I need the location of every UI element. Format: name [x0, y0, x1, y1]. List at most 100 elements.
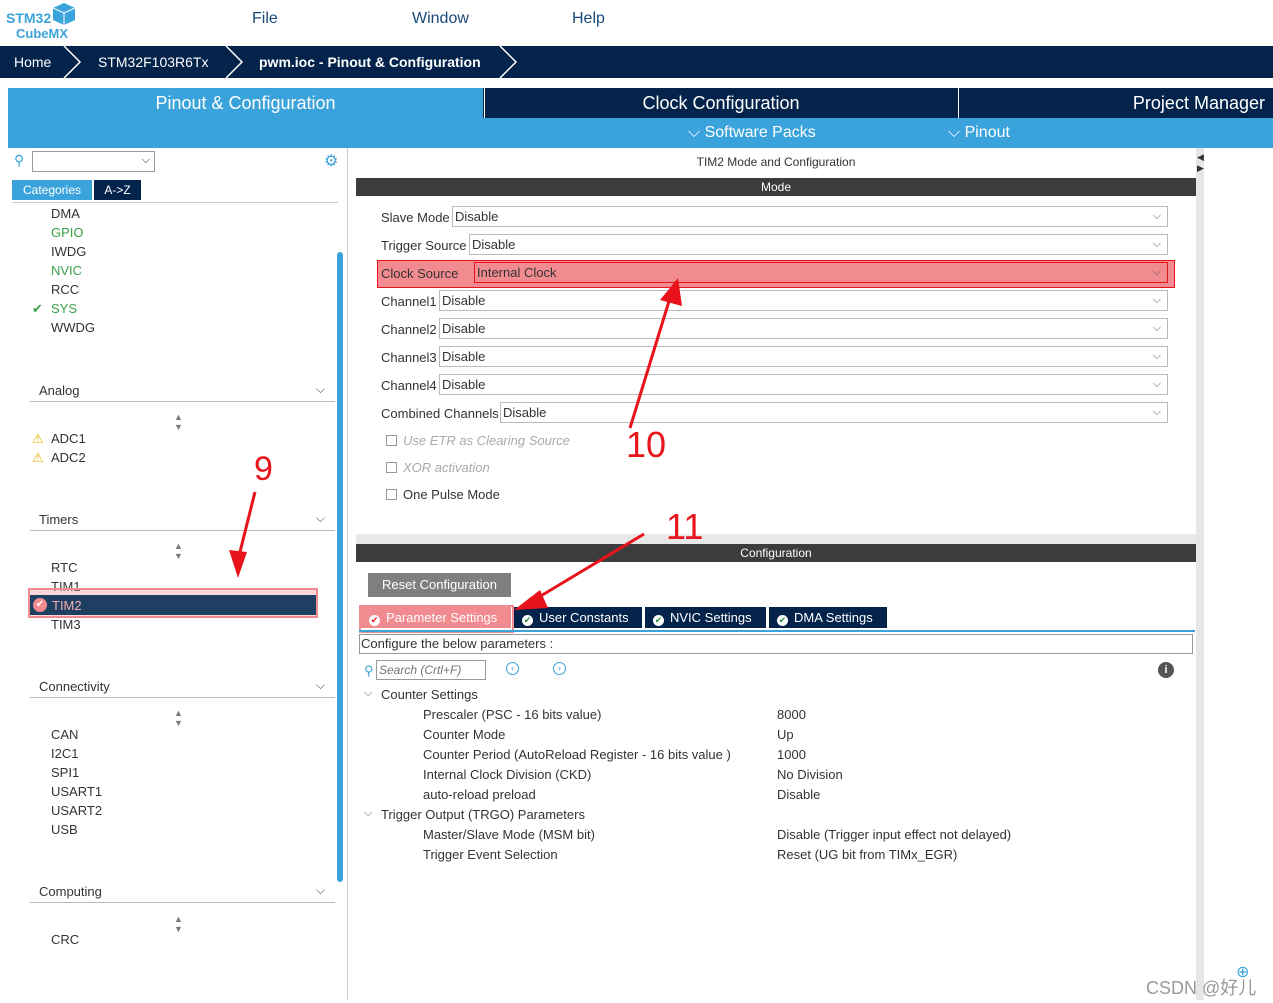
list-item-i2c1[interactable]: I2C1 — [51, 746, 78, 761]
category-search-input[interactable]: ⌵ — [32, 151, 155, 172]
menu-help[interactable]: Help — [572, 10, 605, 28]
breadcrumb-current[interactable]: pwm.ioc - Pinout & Configuration — [259, 46, 481, 78]
list-item-wwdg[interactable]: WWDG — [51, 320, 95, 335]
mode-config-panel: TIM2 Mode and Configuration Mode Slave M… — [356, 148, 1196, 1000]
list-item-tim3[interactable]: TIM3 — [51, 617, 81, 632]
mode-select[interactable]: Disable ⌵ — [439, 318, 1168, 339]
menu-window[interactable]: Window — [412, 10, 469, 28]
tim2-label: TIM2 — [52, 598, 82, 613]
group-counter-settings[interactable]: Counter Settings — [381, 687, 478, 702]
sort-icon[interactable]: ▲ ▼ — [174, 708, 183, 728]
chevron-down-icon: ⌵ — [948, 124, 965, 141]
check-circle-icon: ✔ — [369, 615, 380, 626]
list-item-rtc[interactable]: RTC — [51, 560, 77, 575]
list-item-can[interactable]: CAN — [51, 727, 78, 742]
list-item-sys[interactable]: SYS — [51, 301, 77, 316]
arrow-right-icon[interactable]: › — [553, 662, 566, 675]
tab-clock-configuration[interactable]: Clock Configuration — [484, 88, 957, 118]
section-connectivity[interactable]: Connectivity ⌵ — [30, 676, 335, 698]
tab-underline — [359, 630, 1195, 632]
mode-select[interactable]: Disable ⌵ — [500, 402, 1168, 423]
mode-select[interactable]: Disable ⌵ — [469, 234, 1168, 255]
sort-icon[interactable]: ▲ ▼ — [174, 914, 183, 934]
chevron-down-icon: ⌵ — [688, 124, 705, 141]
param-value[interactable]: 1000 — [777, 747, 806, 762]
info-icon[interactable]: i — [1158, 662, 1174, 678]
chevron-down-icon: ⌵ — [1152, 238, 1161, 250]
tab-nvic-settings[interactable]: ✔ NVIC Settings — [645, 607, 766, 628]
list-item-dma[interactable]: DMA — [51, 206, 80, 221]
group-trgo-parameters[interactable]: Trigger Output (TRGO) Parameters — [381, 807, 585, 822]
param-value[interactable]: 8000 — [777, 707, 806, 722]
parameter-search-input[interactable] — [376, 660, 486, 680]
select-value: Disable — [442, 377, 486, 392]
list-item-nvic[interactable]: NVIC — [51, 263, 82, 278]
list-item-tim2[interactable]: ✔ TIM2 — [30, 595, 316, 615]
collapse-arrows-icon[interactable]: ◀ ▶ — [1197, 152, 1204, 174]
mode-checkbox[interactable]: One Pulse Mode — [386, 487, 500, 502]
left-scrollbar[interactable] — [337, 252, 343, 882]
list-item-iwdg[interactable]: IWDG — [51, 244, 86, 259]
param-value[interactable]: No Division — [777, 767, 843, 782]
section-label: Timers — [39, 512, 79, 527]
list-item-usart1[interactable]: USART1 — [51, 784, 102, 799]
sort-icon[interactable]: ▲ ▼ — [174, 412, 183, 432]
az-button[interactable]: A->Z — [94, 180, 141, 200]
checkbox-box[interactable] — [386, 489, 397, 500]
list-item-gpio[interactable]: GPIO — [51, 225, 84, 240]
param-value[interactable]: Reset (UG bit from TIMx_EGR) — [777, 847, 957, 862]
section-timers[interactable]: Timers ⌵ — [30, 509, 335, 531]
chevron-down-icon: ⌵ — [1152, 322, 1161, 334]
section-computing[interactable]: Computing ⌵ — [30, 881, 335, 903]
list-item-spi1[interactable]: SPI1 — [51, 765, 79, 780]
check-circle-icon: ✔ — [522, 615, 533, 626]
chevron-down-icon[interactable]: ⌵ — [364, 687, 372, 700]
chevron-down-icon: ⌵ — [315, 883, 325, 897]
list-item-adc2[interactable]: ADC2 — [51, 450, 86, 465]
mode-select[interactable]: Disable ⌵ — [439, 374, 1168, 395]
param-value[interactable]: Disable (Trigger input effect not delaye… — [777, 827, 1011, 842]
mode-select[interactable]: Internal Clock ⌵ — [474, 262, 1168, 283]
breadcrumb-mcu[interactable]: STM32F103R6Tx — [98, 46, 208, 78]
list-item-crc[interactable]: CRC — [51, 932, 79, 947]
chevron-down-icon[interactable]: ⌵ — [364, 807, 372, 820]
tab-user-constants[interactable]: ✔ User Constants — [514, 607, 642, 628]
menu-file[interactable]: File — [252, 10, 278, 28]
reset-configuration-button[interactable]: Reset Configuration — [368, 573, 511, 597]
gear-icon[interactable]: ⚙ — [324, 151, 338, 171]
pinout-menu[interactable]: ⌵ Pinout — [948, 124, 1010, 142]
arrow-left-icon[interactable]: ‹ — [506, 662, 519, 675]
list-item-usb[interactable]: USB — [51, 822, 78, 837]
section-analog[interactable]: Analog ⌵ — [30, 380, 335, 402]
tab-dma-settings[interactable]: ✔ DMA Settings — [769, 607, 887, 628]
panel-title: TIM2 Mode and Configuration — [696, 155, 856, 169]
param-value[interactable]: Up — [777, 727, 794, 742]
section-label: Analog — [39, 383, 80, 398]
check-circle-icon: ✔ — [33, 598, 47, 612]
mode-checkbox[interactable]: XOR activation — [386, 460, 490, 475]
tab-parameter-settings[interactable]: ✔ Parameter Settings — [361, 607, 511, 628]
list-item-usart2[interactable]: USART2 — [51, 803, 102, 818]
list-item-adc1[interactable]: ADC1 — [51, 431, 86, 446]
mode-checkbox[interactable]: Use ETR as Clearing Source — [386, 433, 570, 448]
checkbox-box[interactable] — [386, 462, 397, 473]
chevron-down-icon: ⌵ — [1152, 378, 1161, 390]
mode-select[interactable]: Disable ⌵ — [452, 206, 1168, 227]
tab-project-manager[interactable]: Project Manager — [958, 88, 1273, 118]
checkbox-box[interactable] — [386, 435, 397, 446]
right-panel-splitter[interactable] — [1196, 148, 1204, 1000]
tab-label: NVIC Settings — [670, 610, 752, 625]
breadcrumb-home[interactable]: Home — [14, 46, 51, 78]
chevron-down-icon: ⌵ — [1152, 406, 1161, 418]
param-value[interactable]: Disable — [777, 787, 820, 802]
parameter-tabs: ✔ Parameter Settings ✔ User Constants ✔ NVI… — [359, 605, 1195, 633]
search-icon: ⚲ — [364, 663, 374, 678]
mode-label: Channel4 — [381, 378, 437, 393]
list-item-rcc[interactable]: RCC — [51, 282, 79, 297]
sort-icon[interactable]: ▲ ▼ — [174, 541, 183, 561]
categories-button[interactable]: Categories — [12, 180, 92, 200]
software-packs-menu[interactable]: ⌵ Software Packs — [688, 124, 816, 142]
mode-select[interactable]: Disable ⌵ — [439, 346, 1168, 367]
mode-select[interactable]: Disable ⌵ — [439, 290, 1168, 311]
chevron-down-icon: ⌵ — [1152, 210, 1161, 222]
